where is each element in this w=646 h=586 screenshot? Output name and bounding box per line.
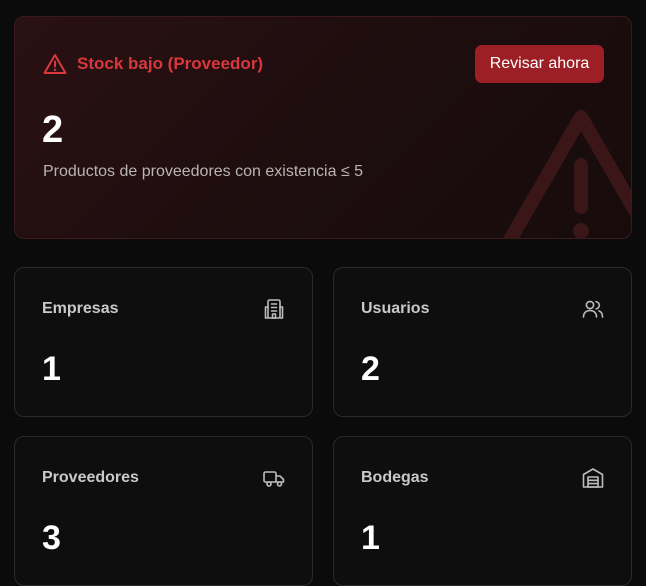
low-stock-alert-card: Stock bajo (Proveedor) Revisar ahora 2 P… xyxy=(14,16,632,239)
low-stock-count: 2 xyxy=(42,109,64,151)
stat-label: Bodegas xyxy=(361,469,429,486)
stat-card-bodegas[interactable]: Bodegas 1 xyxy=(333,436,632,586)
stat-value: 1 xyxy=(361,519,380,557)
truck-icon xyxy=(262,466,286,490)
stat-value: 2 xyxy=(361,350,380,388)
users-icon xyxy=(581,297,605,321)
alert-title: Stock bajo (Proveedor) xyxy=(43,53,263,75)
building-icon xyxy=(262,297,286,321)
stat-card-usuarios[interactable]: Usuarios 2 xyxy=(333,267,632,417)
stat-value: 1 xyxy=(42,350,61,388)
stat-label: Empresas xyxy=(42,300,119,317)
alert-triangle-background-icon xyxy=(503,110,631,238)
alert-triangle-icon xyxy=(43,53,67,75)
alert-title-text: Stock bajo (Proveedor) xyxy=(77,54,264,73)
stat-label: Usuarios xyxy=(361,300,430,317)
stat-card-empresas[interactable]: Empresas 1 xyxy=(14,267,313,417)
stat-value: 3 xyxy=(42,519,61,557)
warehouse-icon xyxy=(581,466,605,490)
stat-label: Proveedores xyxy=(42,469,139,486)
review-now-button[interactable]: Revisar ahora xyxy=(475,45,604,83)
stat-card-proveedores[interactable]: Proveedores 3 xyxy=(14,436,313,586)
low-stock-description: Productos de proveedores con existencia … xyxy=(43,163,364,180)
